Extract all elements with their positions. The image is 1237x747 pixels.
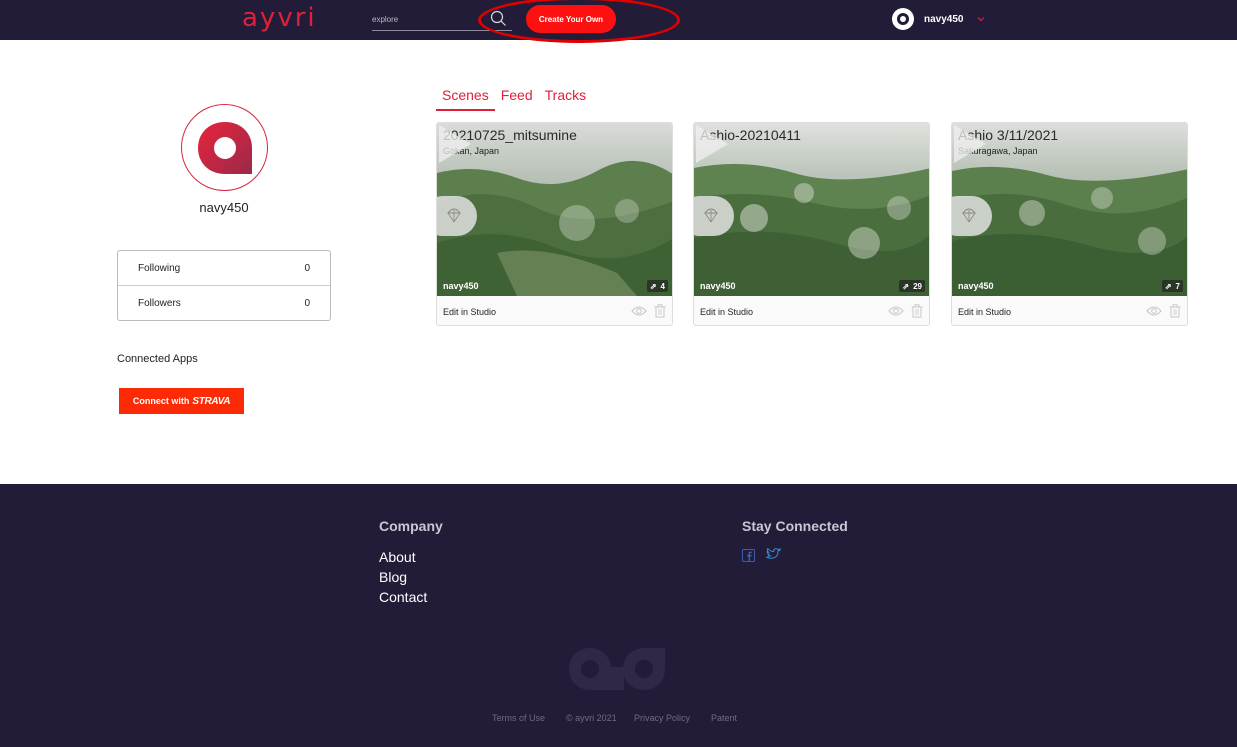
eye-icon[interactable] [631,305,647,317]
footer-copyright: © ayvri 2021 [566,713,617,723]
footer-link-contact[interactable]: Contact [379,589,427,605]
footer-link-privacy[interactable]: Privacy Policy [634,713,690,723]
scene-thumbnail[interactable]: 20210725_mitsumine Gokan, Japan navy450 … [437,123,672,296]
search-icon[interactable] [490,10,507,27]
profile-tabs: Scenes Feed Tracks [436,86,592,111]
trash-icon[interactable] [654,304,666,318]
paraglider-button[interactable] [952,196,992,236]
company-heading: Company [379,518,443,534]
tab-tracks[interactable]: Tracks [539,86,592,111]
site-footer [0,484,1237,747]
chevron-down-icon[interactable] [977,15,985,23]
search-bar [372,8,512,31]
top-nav-bar: ayvri Create Your Own navy450 [0,0,1237,40]
track-count: 4 [660,281,665,291]
footer-link-terms[interactable]: Terms of Use [492,713,545,723]
edit-in-studio-link[interactable]: Edit in Studio [443,307,496,317]
track-count-badge: ⇗ 7 [1161,280,1183,292]
scene-owner[interactable]: navy450 [700,281,736,291]
twitter-icon[interactable] [765,548,781,562]
track-count: 7 [1175,281,1180,291]
user-avatar-icon[interactable] [892,8,914,30]
following-label: Following [138,262,181,274]
track-count-badge: ⇗ 4 [646,280,668,292]
strava-brand-text: STRAVA [192,395,231,407]
scene-card[interactable]: 20210725_mitsumine Gokan, Japan navy450 … [436,122,673,326]
followers-label: Followers [138,298,181,309]
footer-link-blog[interactable]: Blog [379,569,407,585]
trash-icon[interactable] [1169,304,1181,318]
footer-link-patent[interactable]: Patent [711,713,737,723]
connect-strava-button[interactable]: Connect with STRAVA [119,388,244,414]
followers-count: 0 [304,298,310,309]
edit-in-studio-link[interactable]: Edit in Studio [958,307,1011,317]
ayvri-logo[interactable]: ayvri [242,3,317,33]
paraglider-icon [447,208,461,223]
follow-stats-box: Following 0 Followers 0 [117,250,331,321]
eye-icon[interactable] [888,305,904,317]
following-count: 0 [304,262,310,274]
following-row[interactable]: Following 0 [118,251,330,286]
facebook-icon[interactable] [742,549,755,562]
scene-card[interactable]: Ashio 3/11/2021 Sakuragawa, Japan navy45… [951,122,1188,326]
footer-link-about[interactable]: About [379,549,416,565]
tracks-icon: ⇗ [902,281,910,291]
strava-button-prefix: Connect with [132,396,190,406]
scene-thumbnail[interactable]: Ashio-20210411 navy450 ⇗ 29 [694,123,929,296]
followers-row[interactable]: Followers 0 [118,286,330,321]
paraglider-button[interactable] [437,196,477,236]
trash-icon[interactable] [911,304,923,318]
profile-username: navy450 [199,200,249,215]
play-icon[interactable] [694,123,730,165]
scene-owner[interactable]: navy450 [958,281,994,291]
ayvri-footer-logo [569,648,665,690]
tab-feed[interactable]: Feed [495,86,539,111]
track-count-badge: ⇗ 29 [899,280,925,292]
edit-in-studio-link[interactable]: Edit in Studio [700,307,753,317]
paraglider-icon [704,208,718,223]
scene-thumbnail[interactable]: Ashio 3/11/2021 Sakuragawa, Japan navy45… [952,123,1187,296]
play-icon[interactable] [952,123,988,165]
paraglider-icon [962,208,976,223]
scene-card[interactable]: Ashio-20210411 navy450 ⇗ 29 Edit in Stud… [693,122,930,326]
track-count: 29 [913,281,922,291]
tracks-icon: ⇗ [1164,281,1172,291]
paraglider-button[interactable] [694,196,734,236]
tracks-icon: ⇗ [649,281,657,291]
scene-owner[interactable]: navy450 [443,281,479,291]
search-input[interactable] [372,10,482,28]
connected-apps-heading: Connected Apps [117,353,198,365]
stay-connected-heading: Stay Connected [742,518,848,534]
user-menu[interactable]: navy450 [892,8,985,30]
profile-avatar [181,104,268,191]
create-your-own-button[interactable]: Create Your Own [526,5,616,33]
eye-icon[interactable] [1146,305,1162,317]
ayvri-avatar-icon [198,122,252,174]
play-icon[interactable] [437,123,473,165]
tab-scenes[interactable]: Scenes [436,86,495,111]
header-username[interactable]: navy450 [924,14,963,25]
